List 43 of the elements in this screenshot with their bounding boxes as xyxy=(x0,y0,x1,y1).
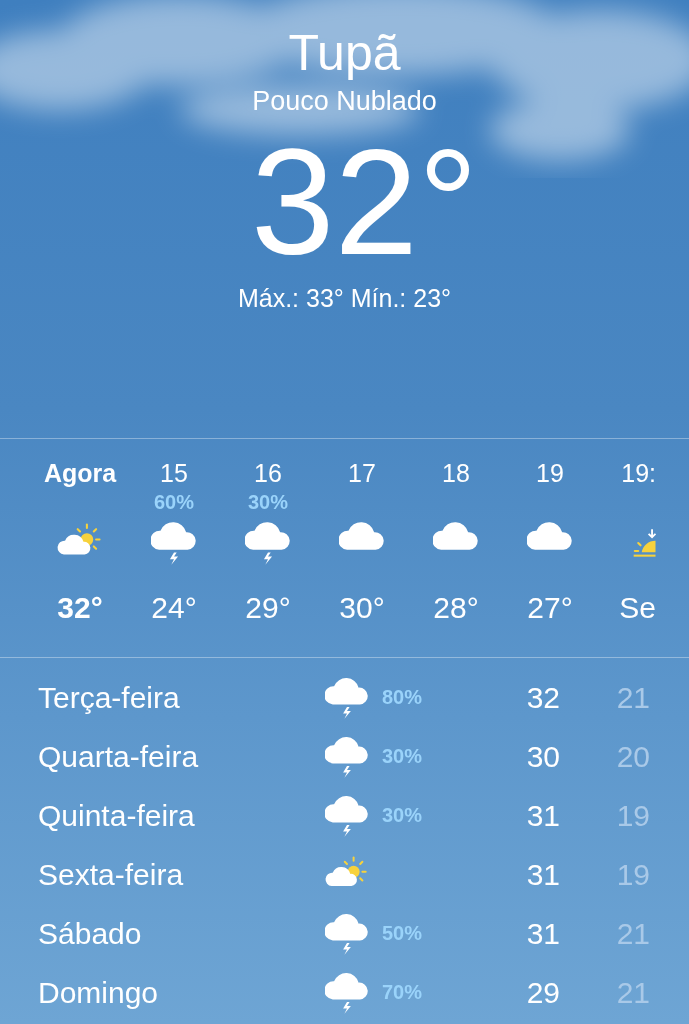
high-temperature: 30 xyxy=(525,739,560,774)
high-temperature: 31 xyxy=(525,798,560,833)
weekday-label: Sexta-feira xyxy=(38,857,185,892)
precipitation-chance: 60% xyxy=(154,491,194,513)
hour-temperature: Se xyxy=(619,590,656,626)
low-temperature: 19 xyxy=(615,857,650,892)
weekday-label: Quarta-feira xyxy=(38,739,200,774)
thunderstorm-icon xyxy=(245,520,291,566)
hour-label: 16 xyxy=(254,458,282,489)
hour-temperature: 28° xyxy=(433,590,479,626)
low-temperature: 21 xyxy=(615,975,650,1010)
weekday-label: Quinta-feira xyxy=(38,798,196,833)
precipitation-chance: 30% xyxy=(382,745,423,767)
weekday-label: Sábado xyxy=(38,916,143,951)
hour-temperature: 29° xyxy=(245,590,291,626)
thunderstorm-icon xyxy=(151,520,197,566)
high-temperature: 31 xyxy=(525,857,560,892)
hour-label: 15 xyxy=(160,458,188,489)
high-temperature: 31 xyxy=(525,916,560,951)
low-temperature: 21 xyxy=(615,680,650,715)
hour-label: 19 xyxy=(536,458,564,489)
hour-temperature: 27° xyxy=(527,590,573,626)
low-temperature: 20 xyxy=(615,739,650,774)
hour-label: Agora xyxy=(43,458,117,489)
high-temperature: 29 xyxy=(525,975,560,1010)
precipitation-chance: 30% xyxy=(382,804,423,826)
high-low-text: Máx.: 33° Mín.: 23° xyxy=(237,283,452,314)
hour-label: 19: xyxy=(621,458,656,489)
low-temperature: 21 xyxy=(615,916,650,951)
hour-label: 18 xyxy=(442,458,470,489)
hour-temperature: 30° xyxy=(339,590,385,626)
precipitation-chance: 30% xyxy=(248,491,288,513)
current-temperature: 32° xyxy=(250,124,478,280)
weekday-label: Domingo xyxy=(38,975,160,1010)
precipitation-chance: 80% xyxy=(382,686,423,708)
low-temperature: 19 xyxy=(615,798,650,833)
high-temperature: 32 xyxy=(525,680,560,715)
city-name: Tupã xyxy=(288,24,401,83)
hour-temperature: 24° xyxy=(151,590,197,626)
hour-label: 17 xyxy=(348,458,376,489)
condition-text: Pouco Nublado xyxy=(252,85,437,118)
weekday-label: Terça-feira xyxy=(38,680,181,715)
hour-temperature: 32° xyxy=(57,590,103,626)
